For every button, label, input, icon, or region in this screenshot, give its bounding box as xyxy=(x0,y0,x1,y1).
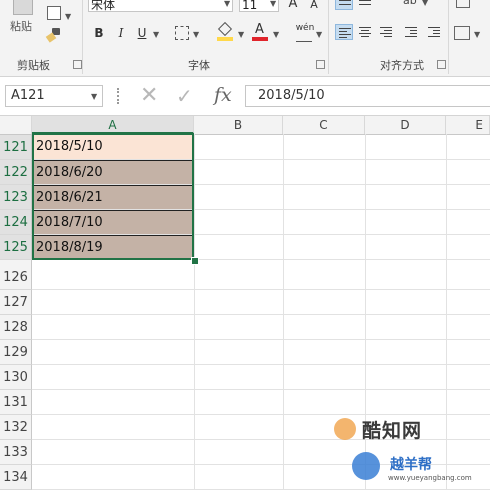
row-header[interactable]: 133 xyxy=(0,440,32,465)
fill-handle[interactable] xyxy=(191,257,199,265)
column-header-b[interactable]: B xyxy=(194,116,283,134)
font-name-dropdown-icon[interactable]: ▼ xyxy=(224,0,230,8)
font-launcher-icon[interactable] xyxy=(316,60,325,69)
cell-a121[interactable]: 2018/5/10 xyxy=(33,135,194,159)
paste-label: 粘贴 xyxy=(10,20,32,33)
row-header-gap xyxy=(0,260,32,265)
font-name-select[interactable]: 宋体 xyxy=(88,0,233,12)
wrap-text-icon[interactable] xyxy=(456,0,470,8)
grip-icon xyxy=(117,88,121,104)
copy-icon[interactable] xyxy=(47,6,61,20)
name-box-dropdown-icon[interactable]: ▼ xyxy=(91,92,97,101)
clipboard-group-label: 剪贴板 xyxy=(17,59,50,72)
cell-a123[interactable]: 2018/6/21 xyxy=(33,185,194,209)
watermark: 酷知网 越羊帮 www.yueyangbang.com xyxy=(330,414,490,490)
increase-indent-button[interactable] xyxy=(425,24,443,40)
border-icon[interactable] xyxy=(175,26,189,40)
grid-line xyxy=(32,314,490,315)
cancel-icon[interactable]: ✕ xyxy=(140,84,158,108)
watermark-brand-2: 越羊帮 xyxy=(390,457,432,473)
clipboard-icon xyxy=(13,0,33,15)
grid-line xyxy=(283,134,284,490)
font-color-icon[interactable]: A xyxy=(252,22,268,42)
column-header-e[interactable]: E xyxy=(446,116,490,134)
column-header-a[interactable]: A xyxy=(32,116,194,134)
fill-color-dropdown-icon[interactable]: ▼ xyxy=(238,30,244,39)
align-middle-button[interactable] xyxy=(356,0,374,10)
bold-button[interactable]: B xyxy=(92,25,106,41)
column-header-d[interactable]: D xyxy=(365,116,446,134)
merge-dropdown-icon[interactable]: ▼ xyxy=(474,30,480,39)
group-divider xyxy=(82,0,83,74)
grid-line xyxy=(32,364,490,365)
align-right-button[interactable] xyxy=(377,24,395,40)
row-header[interactable]: 124 xyxy=(0,210,32,235)
select-all-corner[interactable] xyxy=(0,116,32,134)
font-group-label: 字体 xyxy=(188,59,210,72)
font-color-dropdown-icon[interactable]: ▼ xyxy=(273,30,279,39)
clipboard-launcher-icon[interactable] xyxy=(73,60,82,69)
decrease-indent-button[interactable] xyxy=(402,24,420,40)
watermark-wifi-icon xyxy=(352,452,380,480)
cell-a125[interactable]: 2018/8/19 xyxy=(33,235,194,259)
merge-center-icon[interactable] xyxy=(454,26,470,40)
font-size-dropdown-icon[interactable]: ▼ xyxy=(270,0,276,8)
font-color-letter: A xyxy=(255,22,264,37)
cell-a122[interactable]: 2018/6/20 xyxy=(33,160,194,184)
watermark-brand: 酷知网 xyxy=(362,420,423,442)
ribbon: 粘贴 ▼ 剪贴板 宋体 ▼ 11 ▼ A A B I U ▼ ▼ ▼ A ▼ w… xyxy=(0,0,490,77)
watermark-logo-icon xyxy=(334,418,356,440)
row-header[interactable]: 122 xyxy=(0,160,32,185)
row-header[interactable]: 130 xyxy=(0,365,32,390)
alignment-group-label: 对齐方式 xyxy=(380,59,424,72)
row-header[interactable]: 123 xyxy=(0,185,32,210)
enter-icon[interactable]: ✓ xyxy=(176,84,193,108)
italic-button[interactable]: I xyxy=(114,25,128,41)
align-center-button[interactable] xyxy=(356,24,374,40)
phonetic-button[interactable]: wén xyxy=(293,20,317,36)
group-divider xyxy=(328,0,329,74)
grid-line xyxy=(32,289,490,290)
shrink-font-button[interactable]: A xyxy=(308,0,320,13)
name-box[interactable]: A121 xyxy=(5,85,103,107)
orientation-icon[interactable]: ab xyxy=(403,0,419,6)
align-left-button[interactable] xyxy=(335,24,353,40)
orientation-dropdown-icon[interactable]: ▼ xyxy=(422,0,428,7)
row-header[interactable]: 132 xyxy=(0,415,32,440)
row-header[interactable]: 129 xyxy=(0,340,32,365)
align-top-button[interactable] xyxy=(335,0,353,10)
underline-dropdown-icon[interactable]: ▼ xyxy=(153,30,159,39)
row-header[interactable]: 126 xyxy=(0,265,32,290)
row-header[interactable]: 131 xyxy=(0,390,32,415)
phonetic-dropdown-icon[interactable]: ▼ xyxy=(316,30,322,39)
row-header[interactable]: 125 xyxy=(0,235,32,260)
fill-color-icon[interactable] xyxy=(217,21,233,41)
watermark-url: www.yueyangbang.com xyxy=(388,474,472,482)
phonetic-icon xyxy=(296,35,312,42)
insert-function-icon[interactable]: fx xyxy=(214,83,232,107)
grid-line xyxy=(194,134,195,490)
paste-button[interactable]: 粘贴 xyxy=(6,0,38,40)
underline-button[interactable]: U xyxy=(135,25,149,41)
grid-line xyxy=(32,389,490,390)
formula-input[interactable]: 2018/5/10 xyxy=(245,85,490,107)
grid-line xyxy=(32,339,490,340)
alignment-launcher-icon[interactable] xyxy=(437,60,446,69)
copy-dropdown-icon[interactable]: ▼ xyxy=(65,12,71,21)
format-painter-icon[interactable] xyxy=(45,28,62,43)
border-dropdown-icon[interactable]: ▼ xyxy=(193,30,199,39)
row-header[interactable]: 128 xyxy=(0,315,32,340)
row-header[interactable]: 127 xyxy=(0,290,32,315)
row-header[interactable]: 121 xyxy=(0,135,32,160)
column-header-bar: A B C D E xyxy=(0,116,490,135)
cell-a124[interactable]: 2018/7/10 xyxy=(33,210,194,234)
group-divider xyxy=(448,0,449,74)
row-header[interactable]: 134 xyxy=(0,465,32,490)
column-header-c[interactable]: C xyxy=(283,116,365,134)
grow-font-button[interactable]: A xyxy=(287,0,299,12)
